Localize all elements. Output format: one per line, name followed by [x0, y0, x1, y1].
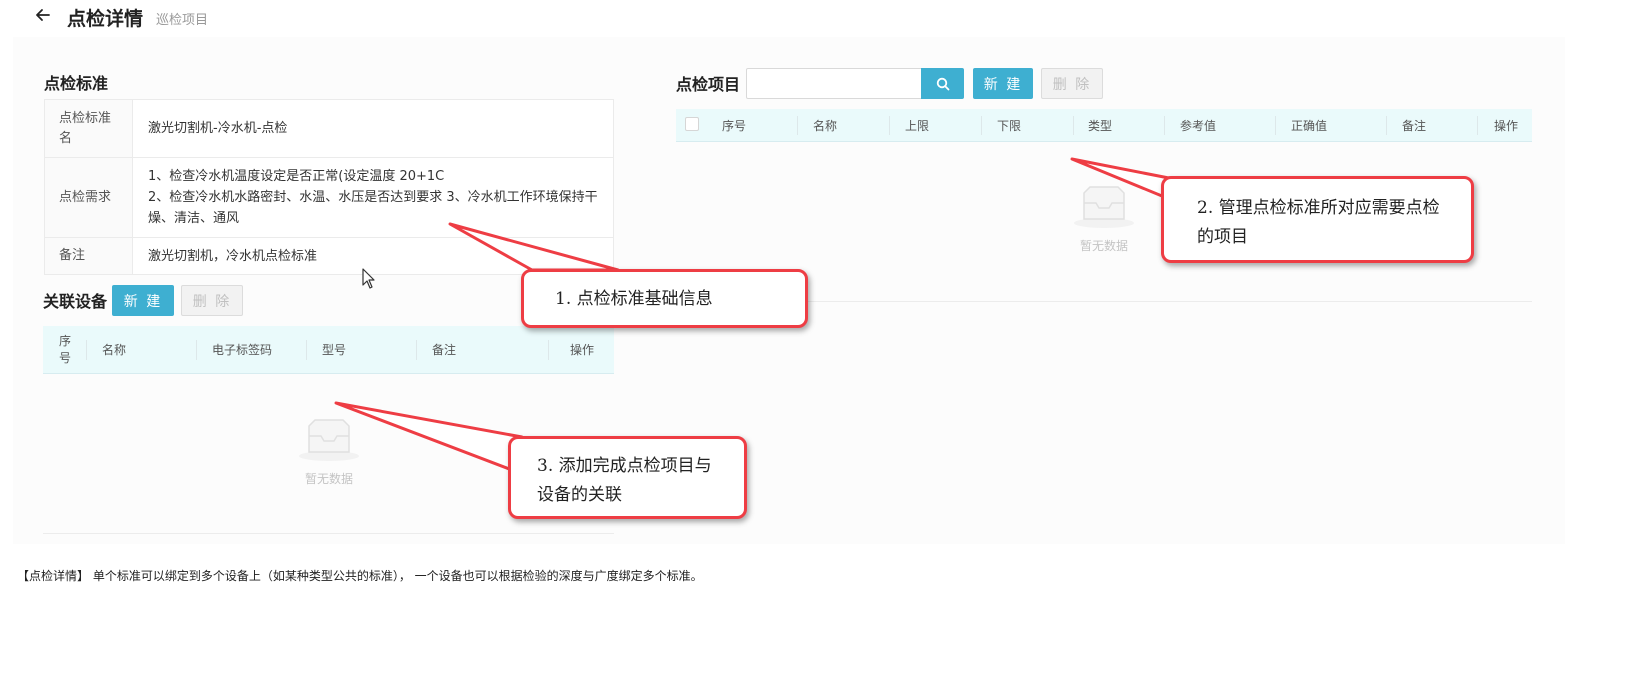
- mouse-cursor-icon: [362, 268, 375, 289]
- callout-1: 1. 点检标准基础信息: [521, 269, 808, 328]
- callout-2: 2. 管理点检标准所对应需要点检的项目: [1161, 176, 1474, 263]
- callout-1-pointer: [448, 222, 620, 272]
- callout-3: 3. 添加完成点检项目与设备的关联: [508, 436, 747, 519]
- page-caption: 【点检详情】 单个标准可以绑定到多个设备上（如某种类型公共的标准）， 一个设备也…: [17, 569, 703, 583]
- callout-3-text: 3. 添加完成点检项目与设备的关联: [537, 456, 712, 505]
- callout-2-pointer: [1070, 157, 1176, 198]
- callout-1-text: 1. 点检标准基础信息: [555, 289, 713, 309]
- callout-3-pointer: [334, 401, 524, 472]
- callout-2-text: 2. 管理点检标准所对应需要点检的项目: [1197, 198, 1440, 247]
